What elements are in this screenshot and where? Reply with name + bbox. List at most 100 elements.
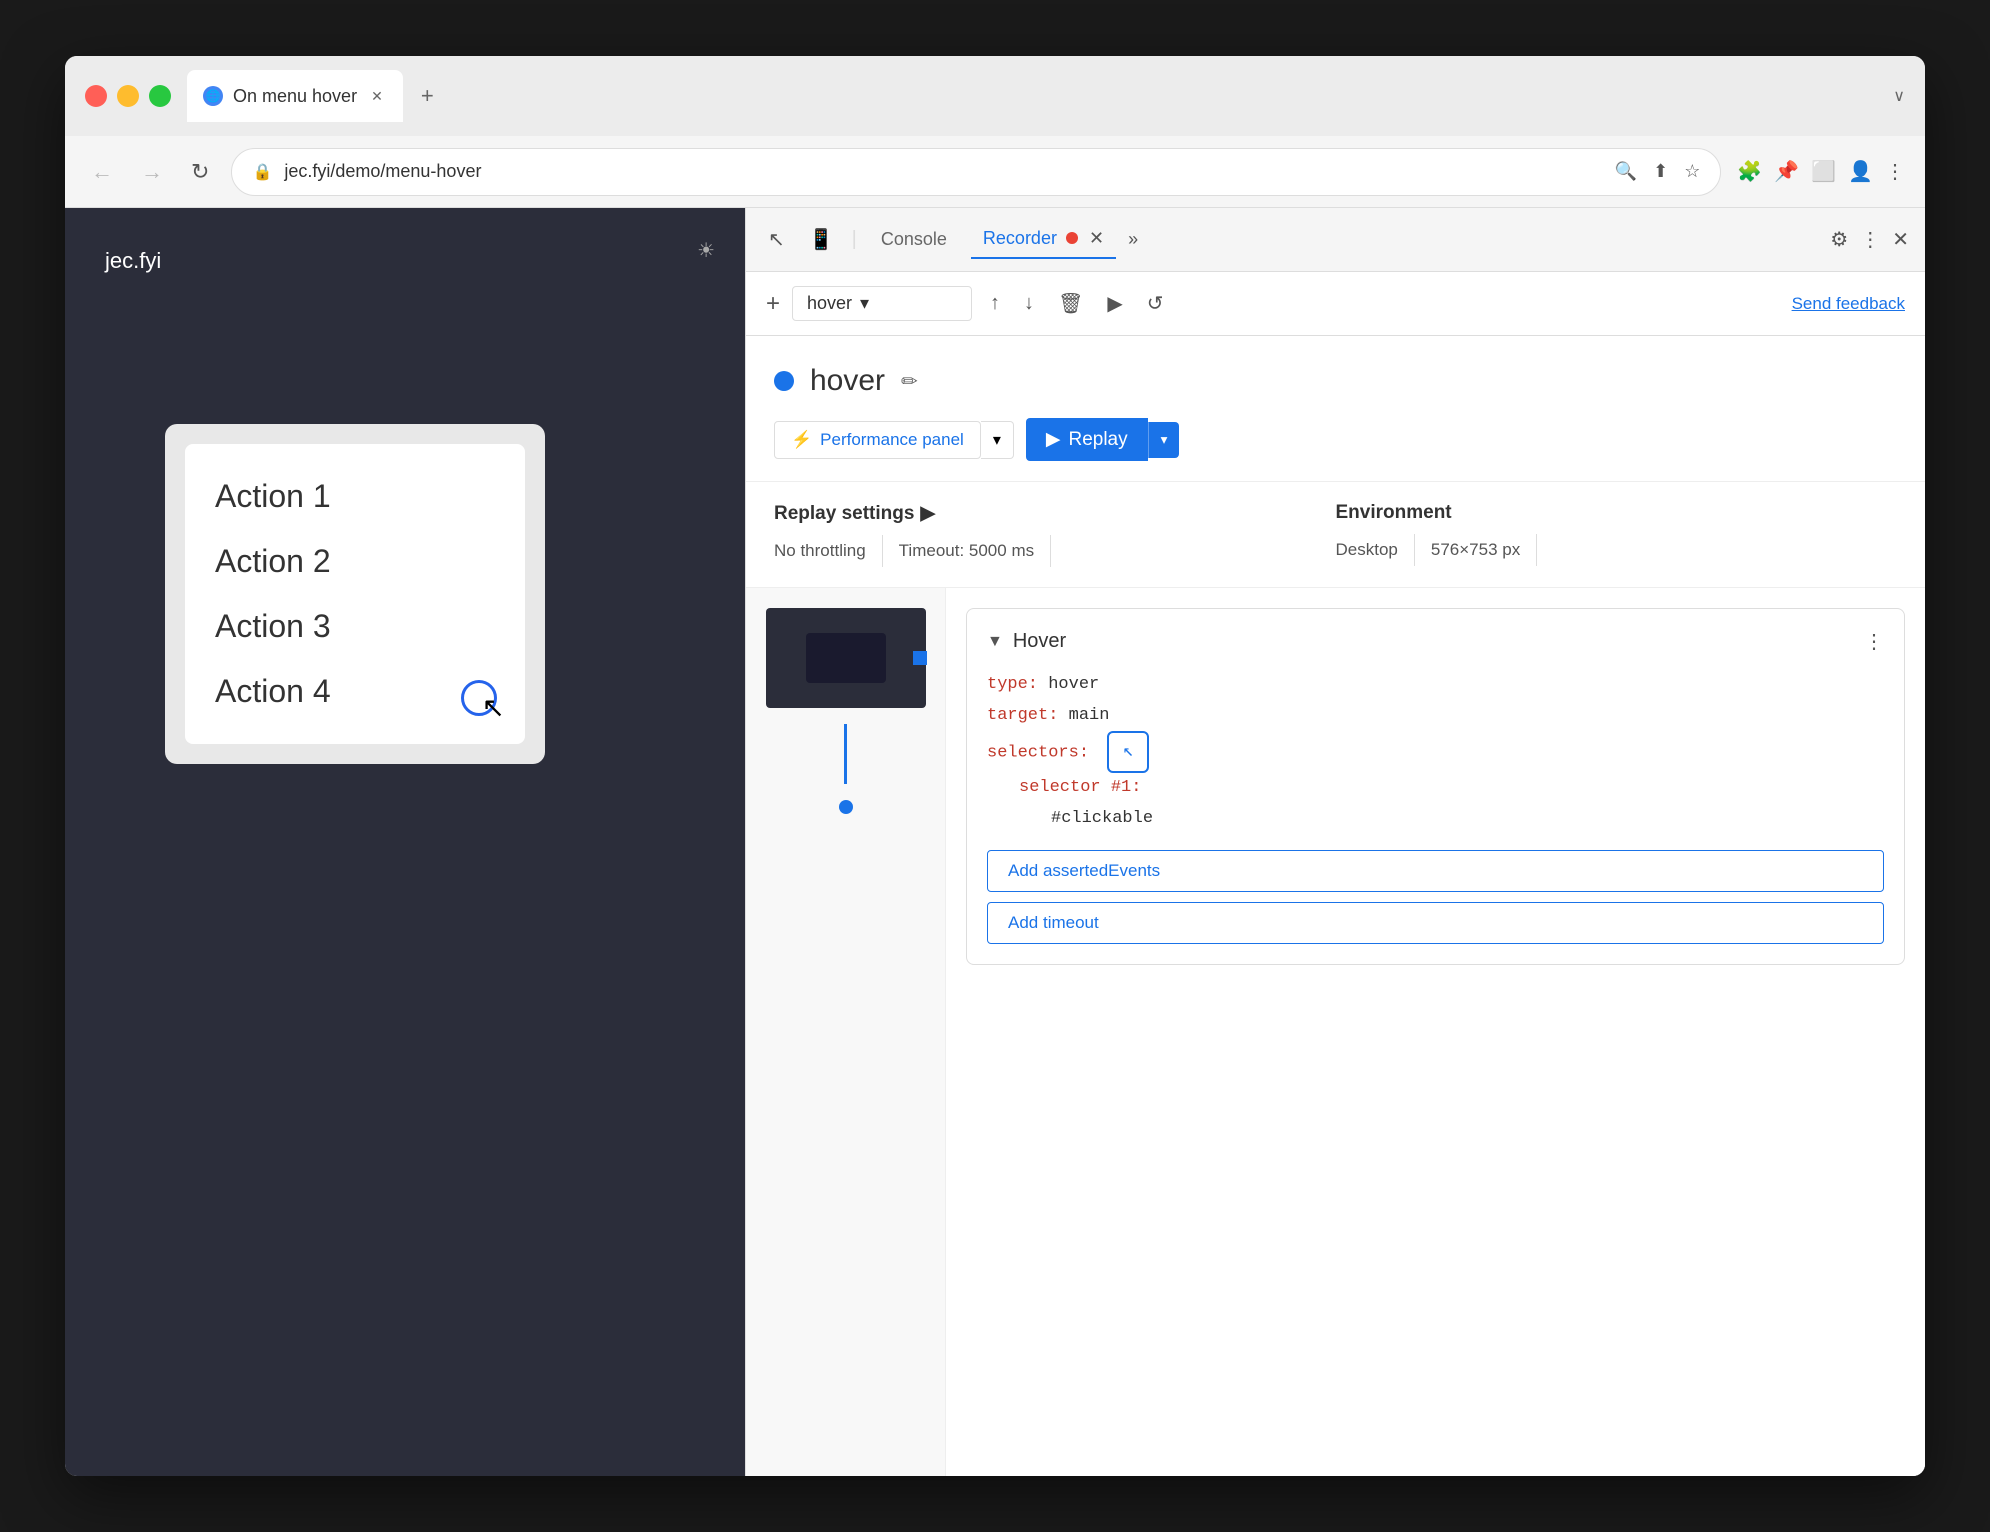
page-area: jec.fyi ☀ Action 1 Action 2 Action 3 Act… xyxy=(65,208,745,1476)
forward-button[interactable]: → xyxy=(135,153,169,191)
download-button[interactable]: ↓ xyxy=(1018,286,1040,321)
export-button[interactable]: ↑ xyxy=(984,286,1006,321)
recording-actions: ⚡ Performance panel ▾ ▶ Replay ▾ xyxy=(774,418,1897,461)
recording-select[interactable]: hover ▾ xyxy=(792,286,972,321)
timeline-thumbnail xyxy=(766,608,926,708)
selector-tool-icon[interactable]: ↖ xyxy=(1107,731,1149,773)
recording-name: hover xyxy=(810,364,885,398)
maximize-traffic-light[interactable] xyxy=(149,85,171,107)
step-title: ▼ Hover xyxy=(987,630,1066,653)
environment-title: Environment xyxy=(1336,502,1898,524)
address-bar: ← → ↻ 🔒 jec.fyi/demo/menu-hover 🔍 ⬆ ☆ 🧩 … xyxy=(65,136,1925,208)
undo-button[interactable]: ↺ xyxy=(1141,285,1170,322)
selector-num-key: selector #1: xyxy=(1019,778,1141,797)
close-traffic-light[interactable] xyxy=(85,85,107,107)
hover-step-section: ▼ Hover ⋮ type: hover target: xyxy=(966,608,1905,965)
replay-button[interactable]: ▶ Replay xyxy=(1026,418,1148,461)
tab-favicon: 🌐 xyxy=(203,86,223,106)
timeout-label: Timeout: 5000 ms xyxy=(883,535,1051,567)
selectors-line: selectors: ↖ xyxy=(987,731,1884,773)
add-recording-button[interactable]: + xyxy=(766,290,780,318)
devtools-settings-button[interactable]: ⚙ xyxy=(1830,227,1848,252)
selector-num-line: selector #1: xyxy=(987,773,1884,804)
replay-dropdown-button[interactable]: ▾ xyxy=(1148,422,1180,458)
step-collapse-icon[interactable]: ▼ xyxy=(987,633,1003,651)
step-header: ▼ Hover ⋮ xyxy=(987,629,1884,654)
add-asserted-events-button[interactable]: Add assertedEvents xyxy=(987,850,1884,892)
address-field[interactable]: 🔒 jec.fyi/demo/menu-hover 🔍 ⬆ ☆ xyxy=(231,148,1721,196)
menu-icon[interactable]: ⋮ xyxy=(1885,159,1905,184)
type-key: type: xyxy=(987,675,1038,694)
page-brand: jec.fyi xyxy=(105,248,161,274)
send-feedback-link[interactable]: Send feedback xyxy=(1792,294,1905,314)
menu-item-4[interactable]: Action 4 xyxy=(215,659,495,724)
type-val: hover xyxy=(1048,675,1099,694)
replay-settings-section: Replay settings ▶ No throttling Timeout:… xyxy=(774,502,1336,567)
menu-item-3[interactable]: Action 3 xyxy=(215,594,495,659)
delete-button[interactable]: 🗑 xyxy=(1052,285,1089,322)
tab-label: On menu hover xyxy=(233,86,357,107)
devtools-toolbar: ↖ 📱 | Console Recorder ✕ » ⚙ ⋮ ✕ xyxy=(746,208,1925,272)
replay-label: Replay xyxy=(1068,429,1127,451)
browser-tab[interactable]: 🌐 On menu hover ✕ xyxy=(187,70,403,122)
devtools-panel: ↖ 📱 | Console Recorder ✕ » ⚙ ⋮ ✕ + ho xyxy=(745,208,1925,1476)
profile-icon[interactable]: 👤 xyxy=(1848,159,1873,184)
target-line: target: main xyxy=(987,701,1884,732)
selectors-key: selectors: xyxy=(987,744,1089,763)
reload-button[interactable]: ↻ xyxy=(185,153,215,191)
recording-title-row: hover ✏ xyxy=(774,364,1897,398)
browser-window: 🌐 On menu hover ✕ + ∨ ← → ↻ 🔒 jec.fyi/de… xyxy=(65,56,1925,1476)
perf-panel-dropdown[interactable]: ▾ xyxy=(981,421,1014,459)
console-tab[interactable]: Console xyxy=(869,221,959,258)
perf-panel-group: ⚡ Performance panel ▾ xyxy=(774,421,1014,459)
step-kebab-button[interactable]: ⋮ xyxy=(1864,629,1884,654)
recording-status-dot xyxy=(774,371,794,391)
toolbar-separator: | xyxy=(852,228,857,251)
tab-expand-button[interactable]: ∨ xyxy=(1893,86,1905,106)
recorder-tab[interactable]: Recorder ✕ xyxy=(971,220,1116,259)
minimize-traffic-light[interactable] xyxy=(117,85,139,107)
bookmark-icon[interactable]: ☆ xyxy=(1684,161,1700,182)
perf-label: Performance panel xyxy=(820,430,964,450)
layout-icon[interactable]: ⬜ xyxy=(1811,159,1836,184)
more-tabs-button[interactable]: » xyxy=(1128,229,1138,250)
performance-panel-button[interactable]: ⚡ Performance panel xyxy=(774,421,981,459)
new-tab-button[interactable]: + xyxy=(411,79,444,113)
replay-settings-details: No throttling Timeout: 5000 ms xyxy=(774,535,1336,567)
puzzle-icon[interactable]: 🧩 xyxy=(1737,159,1762,184)
timeline-item xyxy=(766,608,925,708)
pin-icon[interactable]: 📌 xyxy=(1774,159,1799,184)
menu-container: Action 1 Action 2 Action 3 Action 4 ↖ xyxy=(165,424,545,764)
resolution-label: 576×753 px xyxy=(1415,534,1537,566)
devtools-close-button[interactable]: ✕ xyxy=(1892,227,1909,252)
share-icon[interactable]: ⬆ xyxy=(1653,161,1668,182)
address-icons: 🔍 ⬆ ☆ xyxy=(1615,161,1701,182)
type-line: type: hover xyxy=(987,670,1884,701)
timeline-bottom-dot xyxy=(839,800,853,814)
devtools-kebab-button[interactable]: ⋮ xyxy=(1860,227,1880,252)
recording-select-value: hover xyxy=(807,293,852,314)
thumbnail-preview xyxy=(806,633,886,683)
target-key: target: xyxy=(987,706,1058,725)
page-theme-button[interactable]: ☀ xyxy=(697,238,715,263)
recorder-toolbar: + hover ▾ ↑ ↓ 🗑 ▶ ↺ Send feedback xyxy=(746,272,1925,336)
search-icon[interactable]: 🔍 xyxy=(1615,161,1637,182)
replay-settings-label: Replay settings xyxy=(774,503,914,525)
play-button[interactable]: ▶ xyxy=(1101,285,1128,322)
timeline-indicator-dot xyxy=(913,651,927,665)
menu-item-2[interactable]: Action 2 xyxy=(215,529,495,594)
cursor-arrow: ↖ xyxy=(482,691,505,724)
dropdown-chevron-icon: ▾ xyxy=(860,293,869,314)
settings-bar: Replay settings ▶ No throttling Timeout:… xyxy=(746,482,1925,588)
close-recorder-tab[interactable]: ✕ xyxy=(1089,228,1104,248)
menu-item-1[interactable]: Action 1 xyxy=(215,464,495,529)
desktop-label: Desktop xyxy=(1336,534,1415,566)
device-icon[interactable]: 📱 xyxy=(803,221,840,258)
target-val: main xyxy=(1069,706,1110,725)
edit-recording-name-button[interactable]: ✏ xyxy=(901,369,918,394)
back-button[interactable]: ← xyxy=(85,153,119,191)
tab-close-button[interactable]: ✕ xyxy=(367,86,387,107)
inspect-icon[interactable]: ↖ xyxy=(762,221,791,258)
add-timeout-button[interactable]: Add timeout xyxy=(987,902,1884,944)
replay-settings-title[interactable]: Replay settings ▶ xyxy=(774,502,1336,525)
